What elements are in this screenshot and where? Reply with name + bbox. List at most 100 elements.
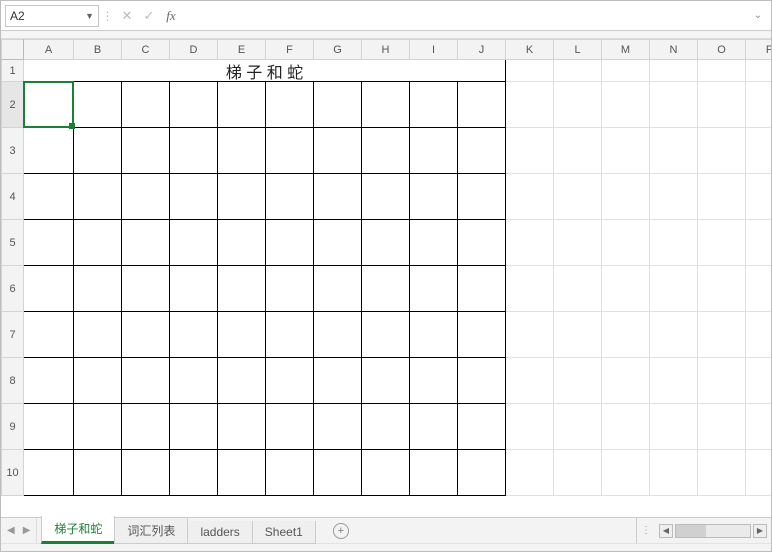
expand-formula-bar-button[interactable]: ⌄ (749, 5, 767, 27)
cell-M5[interactable] (602, 220, 650, 266)
cell-E3[interactable] (218, 128, 266, 174)
cell-L3[interactable] (554, 128, 602, 174)
cell-J8[interactable] (458, 358, 506, 404)
cell-L7[interactable] (554, 312, 602, 358)
cell-K5[interactable] (506, 220, 554, 266)
cell-H9[interactable] (362, 404, 410, 450)
cell-G8[interactable] (314, 358, 362, 404)
column-header-I[interactable]: I (410, 40, 458, 60)
cell-D6[interactable] (170, 266, 218, 312)
cell-N4[interactable] (650, 174, 698, 220)
cell-K3[interactable] (506, 128, 554, 174)
cell-M3[interactable] (602, 128, 650, 174)
cell-P9[interactable] (746, 404, 772, 450)
formula-input[interactable] (182, 5, 749, 27)
cell-P3[interactable] (746, 128, 772, 174)
cell-M10[interactable] (602, 450, 650, 496)
cell-C7[interactable] (122, 312, 170, 358)
cell-N3[interactable] (650, 128, 698, 174)
cell-J6[interactable] (458, 266, 506, 312)
cell-I6[interactable] (410, 266, 458, 312)
column-header-N[interactable]: N (650, 40, 698, 60)
cell-E5[interactable] (218, 220, 266, 266)
cell-P1[interactable] (746, 60, 772, 82)
cell-K1[interactable] (506, 60, 554, 82)
cell-K4[interactable] (506, 174, 554, 220)
cell-H5[interactable] (362, 220, 410, 266)
row-header-6[interactable]: 6 (2, 266, 24, 312)
cell-O3[interactable] (698, 128, 746, 174)
cell-M6[interactable] (602, 266, 650, 312)
cell-H6[interactable] (362, 266, 410, 312)
row-header-2[interactable]: 2 (2, 82, 24, 128)
cell-K7[interactable] (506, 312, 554, 358)
cell-G9[interactable] (314, 404, 362, 450)
tab-nav-next-icon[interactable]: ▶ (23, 525, 31, 536)
new-sheet-button[interactable]: + (325, 519, 357, 543)
cell-D4[interactable] (170, 174, 218, 220)
cell-H2[interactable] (362, 82, 410, 128)
sheet-tab-3[interactable]: Sheet1 (252, 521, 316, 544)
column-header-O[interactable]: O (698, 40, 746, 60)
cell-L6[interactable] (554, 266, 602, 312)
cell-I10[interactable] (410, 450, 458, 496)
cell-D9[interactable] (170, 404, 218, 450)
cell-L10[interactable] (554, 450, 602, 496)
spreadsheet-grid[interactable]: ABCDEFGHIJKLMNOP1梯 子 和 蛇2345678910 (1, 39, 771, 496)
column-header-B[interactable]: B (74, 40, 122, 60)
cell-J9[interactable] (458, 404, 506, 450)
cell-C8[interactable] (122, 358, 170, 404)
cell-I4[interactable] (410, 174, 458, 220)
cell-A5[interactable] (24, 220, 74, 266)
cell-H4[interactable] (362, 174, 410, 220)
cell-B9[interactable] (74, 404, 122, 450)
cell-J3[interactable] (458, 128, 506, 174)
cell-F2[interactable] (266, 82, 314, 128)
cell-P6[interactable] (746, 266, 772, 312)
cell-A10[interactable] (24, 450, 74, 496)
cell-G10[interactable] (314, 450, 362, 496)
cell-N8[interactable] (650, 358, 698, 404)
cell-A2[interactable] (24, 82, 74, 128)
row-header-7[interactable]: 7 (2, 312, 24, 358)
cell-O9[interactable] (698, 404, 746, 450)
cell-E6[interactable] (218, 266, 266, 312)
cell-F6[interactable] (266, 266, 314, 312)
cell-M1[interactable] (602, 60, 650, 82)
cell-L9[interactable] (554, 404, 602, 450)
cell-A3[interactable] (24, 128, 74, 174)
cell-N5[interactable] (650, 220, 698, 266)
cell-B8[interactable] (74, 358, 122, 404)
cell-F7[interactable] (266, 312, 314, 358)
cell-G3[interactable] (314, 128, 362, 174)
cell-L1[interactable] (554, 60, 602, 82)
cell-N10[interactable] (650, 450, 698, 496)
insert-function-button[interactable]: fx (160, 5, 182, 27)
cell-D3[interactable] (170, 128, 218, 174)
cell-J10[interactable] (458, 450, 506, 496)
cell-P4[interactable] (746, 174, 772, 220)
cell-E10[interactable] (218, 450, 266, 496)
cell-K9[interactable] (506, 404, 554, 450)
cell-F4[interactable] (266, 174, 314, 220)
column-header-C[interactable]: C (122, 40, 170, 60)
cell-A6[interactable] (24, 266, 74, 312)
cell-N6[interactable] (650, 266, 698, 312)
column-header-D[interactable]: D (170, 40, 218, 60)
cell-O10[interactable] (698, 450, 746, 496)
cell-A8[interactable] (24, 358, 74, 404)
cell-H7[interactable] (362, 312, 410, 358)
cell-M2[interactable] (602, 82, 650, 128)
cell-C9[interactable] (122, 404, 170, 450)
cell-G5[interactable] (314, 220, 362, 266)
name-box-dropdown-icon[interactable]: ▼ (85, 11, 94, 21)
cell-K2[interactable] (506, 82, 554, 128)
cell-P5[interactable] (746, 220, 772, 266)
confirm-formula-button[interactable]: ✓ (138, 5, 160, 27)
cell-I9[interactable] (410, 404, 458, 450)
cancel-formula-button[interactable]: ✕ (116, 5, 138, 27)
cell-G4[interactable] (314, 174, 362, 220)
column-header-M[interactable]: M (602, 40, 650, 60)
cell-E7[interactable] (218, 312, 266, 358)
cell-H3[interactable] (362, 128, 410, 174)
